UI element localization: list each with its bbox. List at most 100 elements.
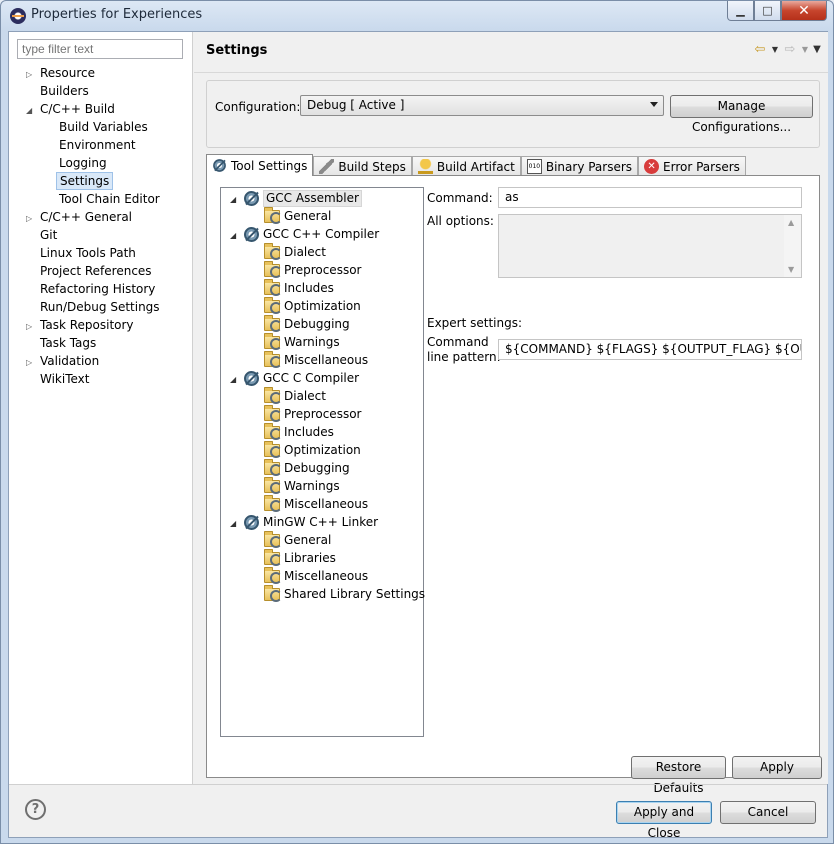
tab-binary-parsers[interactable]: 010 Binary Parsers xyxy=(520,156,639,176)
chevron-down-icon xyxy=(650,102,658,107)
expand-validation-icon[interactable]: ▷ xyxy=(26,358,32,367)
tree-item-assembler-general[interactable]: General xyxy=(264,206,332,225)
collapse-gcc-cpp-compiler-icon[interactable]: ◢ xyxy=(230,231,236,240)
tree-item-label: Miscellaneous xyxy=(284,353,369,367)
configuration-label: Configuration: xyxy=(215,100,301,114)
scroll-up-icon[interactable]: ▲ xyxy=(788,218,794,227)
scroll-down-icon[interactable]: ▼ xyxy=(788,265,794,274)
cancel-button[interactable]: Cancel xyxy=(720,801,816,824)
filter-input[interactable] xyxy=(17,39,183,59)
tree-item-gcc-c-compiler[interactable]: GCC C Compiler xyxy=(244,369,359,387)
tab-label: Error Parsers xyxy=(663,159,740,174)
tool-tree: ◢ GCC Assembler General ◢ GCC C++ Compil… xyxy=(220,187,425,737)
tool-icon xyxy=(244,514,259,530)
apply-and-close-button[interactable]: Apply and Close xyxy=(616,801,712,840)
window-title: Properties for Experiences xyxy=(31,7,203,22)
tree-item-c-debugging[interactable]: Debugging xyxy=(264,458,350,477)
option-category-icon xyxy=(264,242,282,260)
dialog-client: ▷ Resource Builders ◢ C/C++ Build Build … xyxy=(8,31,828,840)
collapse-mingw-linker-icon[interactable]: ◢ xyxy=(230,519,236,528)
nav-item-git[interactable]: Git xyxy=(37,226,60,244)
view-menu-icon[interactable]: ▼ xyxy=(812,42,822,58)
nav-item-project-references[interactable]: Project References xyxy=(37,262,155,280)
maximize-button[interactable]: □ xyxy=(754,1,781,21)
tab-build-steps[interactable]: Build Steps xyxy=(313,156,412,176)
nav-item-task-tags[interactable]: Task Tags xyxy=(37,334,99,352)
nav-item-tool-chain-editor[interactable]: Tool Chain Editor xyxy=(56,190,163,208)
properties-window: Properties for Experiences ▁ □ ✕ ▷ Resou… xyxy=(0,0,834,844)
tool-icon xyxy=(244,190,259,206)
back-dropdown-icon[interactable]: ▼ xyxy=(770,42,780,58)
expand-task-repository-icon[interactable]: ▷ xyxy=(26,322,32,331)
tree-item-label: General xyxy=(284,209,332,223)
tree-item-c-optimization[interactable]: Optimization xyxy=(264,440,361,459)
command-line-pattern-field[interactable]: ${COMMAND} ${FLAGS} ${OUTPUT_FLAG} ${OUT… xyxy=(498,339,802,360)
restore-defaults-button[interactable]: Restore Defaults xyxy=(631,756,726,795)
tree-item-cpp-debugging[interactable]: Debugging xyxy=(264,314,350,333)
tree-item-linker-general[interactable]: General xyxy=(264,530,332,549)
tab-label: Tool Settings xyxy=(231,158,308,173)
tree-item-c-preprocessor[interactable]: Preprocessor xyxy=(264,404,361,423)
tree-item-cpp-dialect[interactable]: Dialect xyxy=(264,242,326,261)
title-bar[interactable]: Properties for Experiences ▁ □ ✕ xyxy=(1,1,833,31)
binary-parsers-icon: 010 xyxy=(526,159,542,174)
minimize-button[interactable]: ▁ xyxy=(727,1,754,21)
nav-item-run-debug-settings[interactable]: Run/Debug Settings xyxy=(37,298,163,316)
help-icon[interactable]: ? xyxy=(25,799,46,820)
tree-item-gcc-cpp-compiler[interactable]: GCC C++ Compiler xyxy=(244,225,379,243)
expand-resource-icon[interactable]: ▷ xyxy=(26,70,32,79)
nav-item-task-repository[interactable]: Task Repository xyxy=(37,316,137,334)
command-field[interactable]: as xyxy=(498,187,802,208)
all-options-scrollbar[interactable]: ▲ ▼ xyxy=(784,215,801,277)
tree-item-shared-library-settings[interactable]: Shared Library Settings xyxy=(264,584,425,603)
nav-item-cpp-build[interactable]: C/C++ Build xyxy=(37,100,118,118)
tree-item-label: General xyxy=(284,533,332,547)
option-category-icon xyxy=(264,530,282,548)
nav-item-validation[interactable]: Validation xyxy=(37,352,102,370)
collapse-gcc-assembler-icon[interactable]: ◢ xyxy=(230,195,236,204)
back-arrow-icon[interactable]: ⇦ xyxy=(752,42,768,58)
apply-button[interactable]: Apply xyxy=(732,756,822,779)
close-button[interactable]: ✕ xyxy=(781,1,827,21)
tree-item-cpp-preprocessor[interactable]: Preprocessor xyxy=(264,260,361,279)
command-line-pattern-label-1: Command xyxy=(427,335,489,349)
tree-item-cpp-includes[interactable]: Includes xyxy=(264,278,334,297)
error-icon: ✕ xyxy=(644,159,660,174)
tree-item-c-miscellaneous[interactable]: Miscellaneous xyxy=(264,494,368,513)
collapse-gcc-c-compiler-icon[interactable]: ◢ xyxy=(230,375,236,384)
tree-item-gcc-assembler[interactable]: GCC Assembler xyxy=(244,189,362,207)
tab-tool-settings[interactable]: Tool Settings xyxy=(206,154,314,176)
tree-item-mingw-cpp-linker[interactable]: MinGW C++ Linker xyxy=(244,513,378,531)
tree-item-c-warnings[interactable]: Warnings xyxy=(264,476,340,495)
nav-item-refactoring-history[interactable]: Refactoring History xyxy=(37,280,158,298)
tab-error-parsers[interactable]: ✕ Error Parsers xyxy=(638,156,746,176)
nav-item-wikitext[interactable]: WikiText xyxy=(37,370,93,388)
forward-dropdown-icon[interactable]: ▼ xyxy=(800,42,810,58)
tree-item-label: Includes xyxy=(284,281,334,295)
tree-item-cpp-optimization[interactable]: Optimization xyxy=(264,296,361,315)
option-category-icon xyxy=(264,548,282,566)
tab-build-artifact[interactable]: Build Artifact xyxy=(411,156,521,176)
all-options-field[interactable]: ▲ ▼ xyxy=(498,214,802,278)
tree-item-cpp-miscellaneous[interactable]: Miscellaneous xyxy=(264,350,369,369)
manage-configurations-button[interactable]: Manage Configurations... xyxy=(670,95,813,134)
collapse-cpp-build-icon[interactable]: ◢ xyxy=(26,106,32,115)
nav-item-cpp-general[interactable]: C/C++ General xyxy=(37,208,135,226)
nav-item-settings[interactable]: Settings xyxy=(56,172,114,190)
expand-cpp-general-icon[interactable]: ▷ xyxy=(26,214,32,223)
tree-item-c-dialect[interactable]: Dialect xyxy=(264,386,326,405)
nav-item-environment[interactable]: Environment xyxy=(56,136,139,154)
nav-item-build-variables[interactable]: Build Variables xyxy=(56,118,151,136)
tree-item-cpp-warnings[interactable]: Warnings xyxy=(264,332,340,351)
tree-item-linker-miscellaneous[interactable]: Miscellaneous xyxy=(264,566,368,585)
title-separator xyxy=(194,72,828,73)
tree-item-c-includes[interactable]: Includes xyxy=(264,422,334,441)
nav-item-builders[interactable]: Builders xyxy=(37,82,92,100)
configuration-select[interactable]: Debug [ Active ] xyxy=(300,95,664,116)
nav-item-resource[interactable]: Resource xyxy=(37,64,98,82)
nav-item-linux-tools-path[interactable]: Linux Tools Path xyxy=(37,244,139,262)
configuration-group: Configuration: Debug [ Active ] Manage C… xyxy=(206,80,820,148)
tree-item-linker-libraries[interactable]: Libraries xyxy=(264,548,336,567)
forward-arrow-icon[interactable]: ⇨ xyxy=(782,42,798,58)
nav-item-logging[interactable]: Logging xyxy=(56,154,110,172)
